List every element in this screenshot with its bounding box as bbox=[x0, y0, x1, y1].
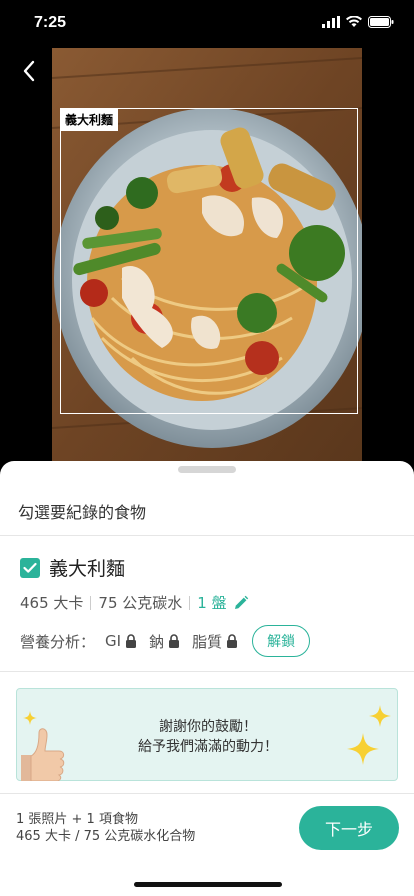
sparkle-icon bbox=[347, 733, 379, 765]
nutrition-gi: GI bbox=[105, 632, 137, 650]
separator bbox=[90, 595, 92, 610]
divider bbox=[0, 793, 414, 794]
divider bbox=[0, 671, 414, 672]
lock-icon bbox=[169, 634, 180, 648]
nutrition-fat: 脂質 bbox=[192, 631, 238, 652]
signal-icon bbox=[322, 16, 340, 28]
bottom-sheet: 勾選要紀錄的食物 義大利麵 465 大卡 75 公克碳水 1 盤 營養分析： G… bbox=[0, 461, 414, 896]
nutrition-item-label: 脂質 bbox=[192, 632, 223, 651]
nutrition-sodium: 鈉 bbox=[149, 631, 180, 652]
thank-you-banner[interactable]: 謝謝你的鼓勵！ 給予我們滿滿的動力！ bbox=[16, 688, 398, 781]
back-icon bbox=[23, 60, 35, 82]
detection-label: 義大利麵 bbox=[60, 108, 119, 131]
nutrition-label: 營養分析： bbox=[20, 632, 96, 651]
food-stats: 465 大卡 75 公克碳水 1 盤 bbox=[20, 592, 249, 613]
status-time: 7:25 bbox=[34, 14, 67, 31]
food-item-row[interactable]: 義大利麵 bbox=[20, 554, 125, 581]
detection-box[interactable] bbox=[60, 108, 358, 414]
battery-icon bbox=[368, 16, 394, 28]
banner-line-1: 謝謝你的鼓勵！ bbox=[159, 719, 257, 735]
nutrition-item-label: GI bbox=[105, 632, 122, 650]
selection-summary: 1 張照片 + 1 項食物 465 大卡 / 75 公克碳水化合物 bbox=[16, 811, 195, 845]
back-button[interactable] bbox=[12, 54, 46, 88]
lock-icon bbox=[126, 634, 137, 648]
calories-value: 465 大卡 bbox=[20, 594, 84, 612]
nutrition-analysis: 營養分析： GI 鈉 脂質 解鎖 bbox=[20, 625, 311, 657]
status-bar: 7:25 bbox=[0, 0, 414, 48]
sheet-title: 勾選要紀錄的食物 bbox=[18, 503, 147, 522]
banner-message: 謝謝你的鼓勵！ 給予我們滿滿的動力！ bbox=[17, 717, 399, 757]
food-checkbox[interactable] bbox=[20, 557, 40, 578]
banner-line-2: 給予我們滿滿的動力！ bbox=[138, 739, 278, 755]
status-icons bbox=[322, 16, 394, 28]
edit-portion-button[interactable] bbox=[233, 595, 249, 611]
sparkle-icon bbox=[369, 705, 391, 727]
sheet-handle[interactable] bbox=[178, 466, 236, 473]
unlock-button[interactable]: 解鎖 bbox=[252, 625, 311, 657]
carbs-value: 75 公克碳水 bbox=[98, 594, 183, 612]
pencil-icon bbox=[234, 595, 248, 609]
portion-value[interactable]: 1 盤 bbox=[197, 592, 226, 613]
lock-icon bbox=[227, 634, 238, 648]
summary-count: 1 張照片 + 1 項食物 bbox=[16, 812, 138, 827]
next-button[interactable]: 下一步 bbox=[299, 806, 399, 850]
food-name: 義大利麵 bbox=[49, 558, 126, 580]
separator bbox=[189, 595, 191, 610]
divider bbox=[0, 535, 414, 536]
wifi-icon bbox=[346, 16, 362, 27]
nutrition-item-label: 鈉 bbox=[149, 632, 165, 651]
home-indicator bbox=[134, 882, 282, 887]
summary-totals: 465 大卡 / 75 公克碳水化合物 bbox=[16, 829, 196, 844]
checkbox-checked-icon bbox=[23, 562, 37, 573]
